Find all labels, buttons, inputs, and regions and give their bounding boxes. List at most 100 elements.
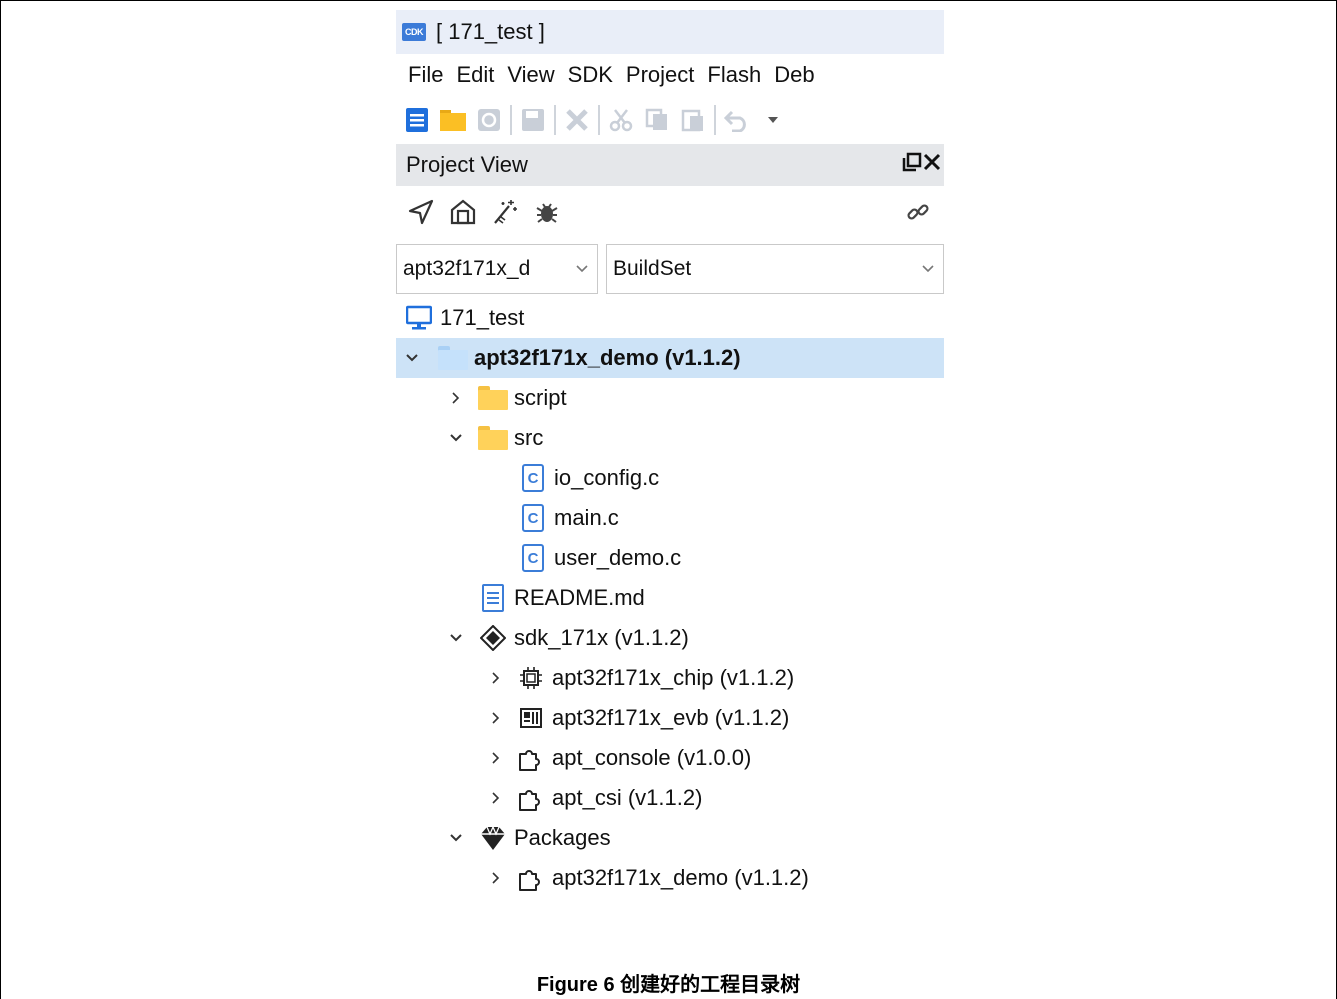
refresh-icon[interactable] [474,105,504,135]
chevron-down-icon[interactable] [402,338,422,378]
title-bar: CDK [ 171_test ] [396,10,944,54]
packages-icon [476,818,510,858]
tree-item-label: apt32f171x_demo (v1.1.2) [552,865,809,890]
buildset-select[interactable]: BuildSet [606,244,944,294]
open-folder-icon[interactable] [438,105,468,135]
tree-item-io-config[interactable]: C io_config.c [396,458,944,498]
cdk-window: CDK [ 171_test ] File Edit View SDK Proj… [396,10,944,938]
tree-item-apt-csi[interactable]: apt_csi (v1.1.2) [396,778,944,818]
tree-item-label: apt32f171x_evb (v1.1.2) [552,705,790,730]
chip-icon [514,658,548,698]
new-file-icon[interactable] [402,105,432,135]
tree-item-evb[interactable]: apt32f171x_evb (v1.1.2) [396,698,944,738]
buildset-select-value: BuildSet [613,257,692,280]
tree-item-sdk[interactable]: sdk_171x (v1.1.2) [396,618,944,658]
menu-bar: File Edit View SDK Project Flash Deb [396,54,944,96]
tree-item-label: apt32f171x_chip (v1.1.2) [552,665,795,690]
chevron-down-icon [921,257,935,281]
float-icon[interactable] [902,152,922,178]
tree-item-apt-console[interactable]: apt_console (v1.0.0) [396,738,944,778]
copy-icon[interactable] [642,105,672,135]
tree-item-project[interactable]: apt32f171x_demo (v1.1.2) [396,338,944,378]
link-icon[interactable] [902,196,934,228]
document-icon [476,578,510,618]
app-logo: CDK [402,23,426,41]
paste-icon[interactable] [678,105,708,135]
chevron-down-icon[interactable] [446,618,466,658]
bug-icon[interactable] [530,195,564,229]
home-icon[interactable] [446,195,480,229]
chevron-right-icon[interactable] [486,778,506,818]
tree-item-src[interactable]: src [396,418,944,458]
tree-item-script[interactable]: script [396,378,944,418]
tree-item-label: apt_console (v1.0.0) [552,745,752,770]
chevron-right-icon[interactable] [446,378,466,418]
tree-item-label: src [514,425,544,450]
tree-item-workspace[interactable]: 171_test [396,298,944,338]
project-view-header: Project View [396,144,944,186]
target-select[interactable]: apt32f171x_d [396,244,598,294]
selector-row: apt32f171x_d BuildSet [396,244,944,294]
tree-item-label: script [514,385,567,410]
magic-wand-icon[interactable] [488,195,522,229]
menu-edit[interactable]: Edit [456,62,494,88]
menu-file[interactable]: File [408,62,443,88]
close-icon[interactable] [922,152,942,178]
dropdown-icon[interactable] [758,105,788,135]
toolbar-separator [554,105,556,135]
project-view-toolbar [396,188,944,236]
chevron-right-icon[interactable] [486,738,506,778]
folder-icon [476,418,510,458]
board-icon [514,698,548,738]
c-file-icon: C [516,458,550,498]
close-icon[interactable] [562,105,592,135]
tree-item-main[interactable]: C main.c [396,498,944,538]
folder-icon [436,338,470,378]
tree-item-label: main.c [554,505,619,530]
chevron-right-icon[interactable] [486,658,506,698]
tree-item-label: README.md [514,585,645,610]
menu-debug[interactable]: Deb [774,62,814,88]
tree-item-packages[interactable]: Packages [396,818,944,858]
tree-item-label: Packages [514,825,611,850]
tree-item-user-demo[interactable]: C user_demo.c [396,538,944,578]
monitor-icon [402,298,436,338]
menu-project[interactable]: Project [626,62,694,88]
tree-item-package-demo[interactable]: apt32f171x_demo (v1.1.2) [396,858,944,898]
cut-icon[interactable] [606,105,636,135]
sdk-diamond-icon [476,618,510,658]
undo-icon[interactable] [722,105,752,135]
locate-icon[interactable] [404,195,438,229]
chevron-down-icon[interactable] [446,818,466,858]
tree-item-label: io_config.c [554,465,660,490]
c-file-icon: C [516,498,550,538]
figure-caption: Figure 6 创建好的工程目录树 [536,974,801,996]
save-icon[interactable] [518,105,548,135]
panel-title: Project View [406,152,528,177]
tree-item-label: 171_test [440,305,525,330]
target-select-value: apt32f171x_d [403,257,531,280]
chevron-down-icon[interactable] [446,418,466,458]
tree-item-chip[interactable]: apt32f171x_chip (v1.1.2) [396,658,944,698]
puzzle-icon [514,778,548,818]
menu-view[interactable]: View [507,62,554,88]
menu-sdk[interactable]: SDK [568,62,613,88]
chevron-down-icon [575,257,589,281]
window-title: [ 171_test ] [436,19,545,44]
tree-item-readme[interactable]: README.md [396,578,944,618]
toolbar-separator [598,105,600,135]
toolbar-separator [714,105,716,135]
tree-item-label: apt32f171x_demo (v1.1.2) [474,345,741,370]
menu-flash[interactable]: Flash [707,62,761,88]
folder-icon [476,378,510,418]
puzzle-icon [514,738,548,778]
tree-item-label: user_demo.c [554,545,682,570]
puzzle-icon [514,858,548,898]
c-file-icon: C [516,538,550,578]
toolbar-separator [510,105,512,135]
main-toolbar [396,98,944,142]
tree-item-label: sdk_171x (v1.1.2) [514,625,689,650]
chevron-right-icon[interactable] [486,698,506,738]
chevron-right-icon[interactable] [486,858,506,898]
tree-item-label: apt_csi (v1.1.2) [552,785,703,810]
